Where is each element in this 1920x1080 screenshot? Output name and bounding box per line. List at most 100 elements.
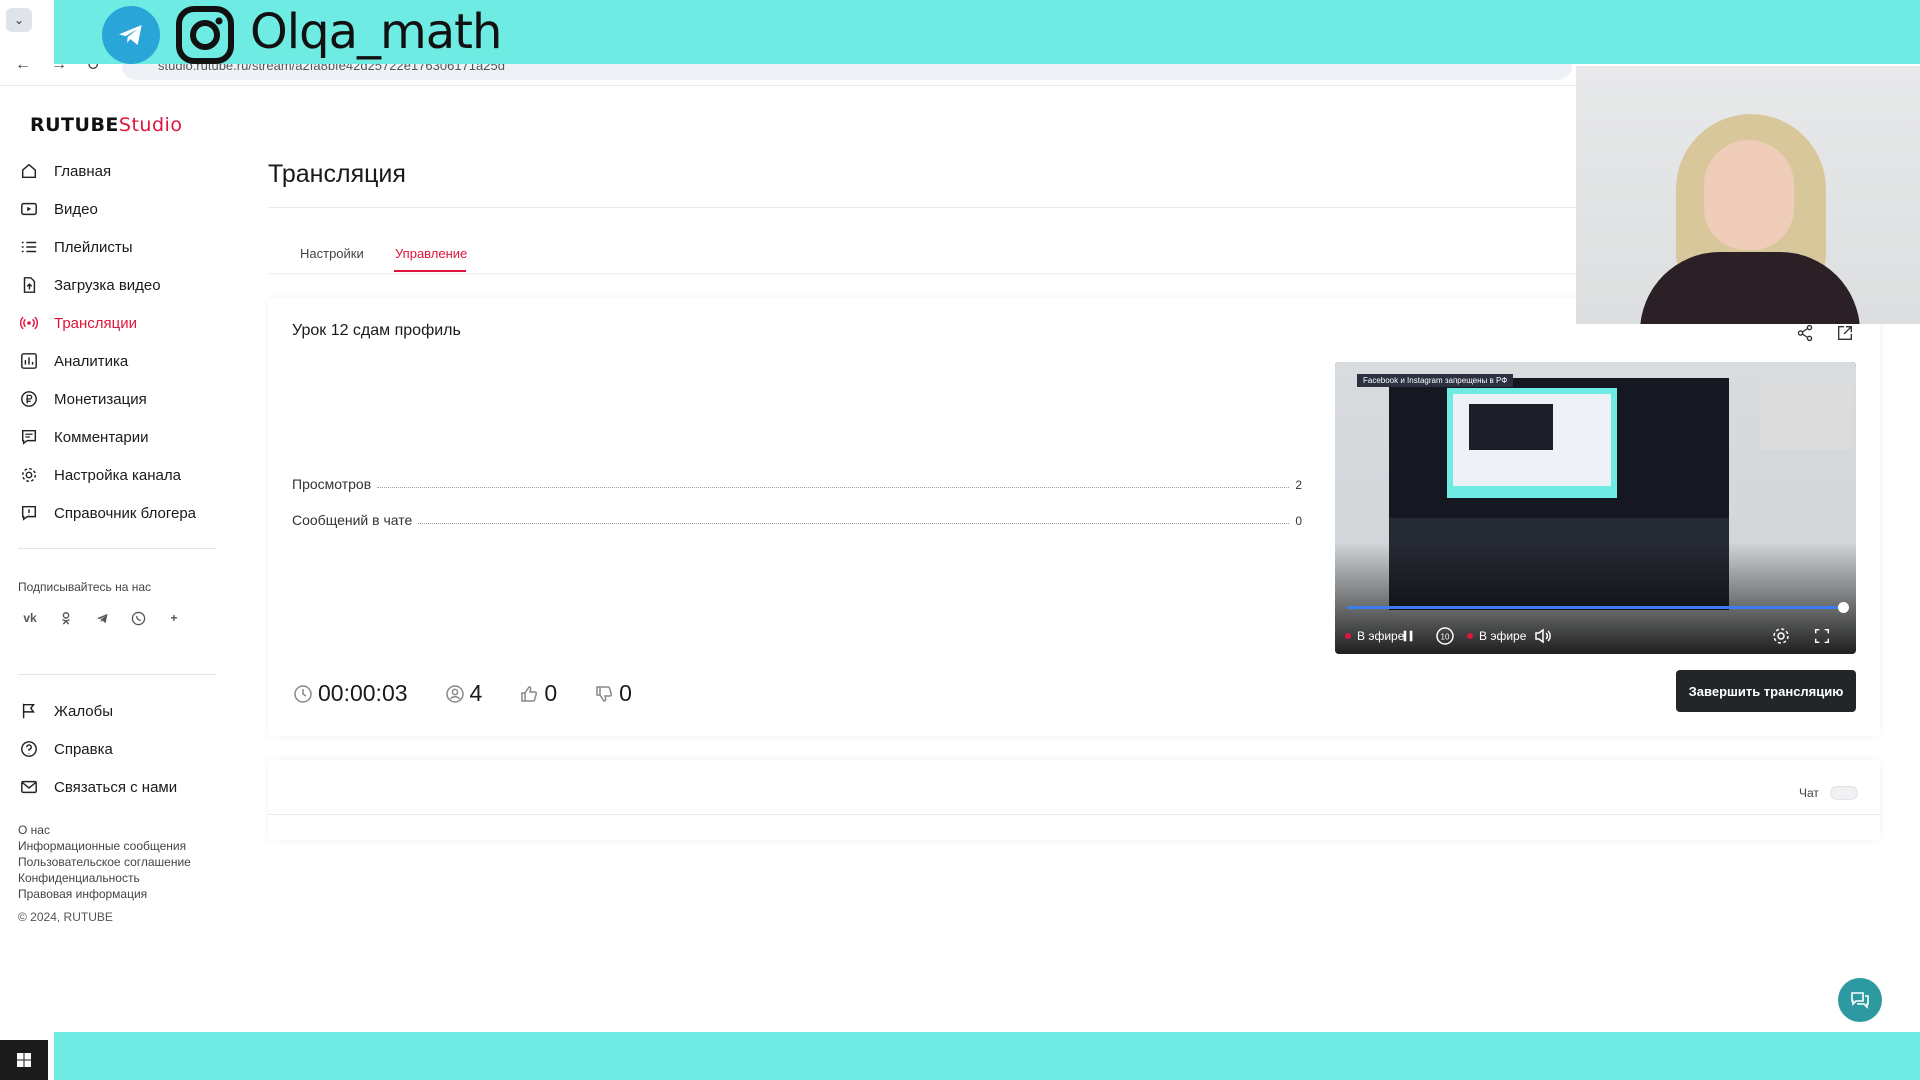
upload-icon — [18, 274, 40, 296]
live-indicator-secondary: В эфире — [1467, 624, 1526, 648]
home-icon — [18, 160, 40, 182]
metric-dislikes: 0 — [593, 680, 632, 707]
info-icon — [18, 502, 40, 524]
viber-icon[interactable] — [126, 606, 150, 630]
sidebar-divider — [18, 548, 216, 549]
sidebar-item-playlists[interactable]: Плейлисты — [18, 228, 196, 266]
rutube-studio-logo[interactable]: RUTUBEStudio — [30, 114, 182, 136]
footer-link[interactable]: Правовая информация — [18, 886, 191, 902]
sidebar-item-label: Аналитика — [54, 352, 129, 370]
sidebar-item-blogger-guide[interactable]: Справочник блогера — [18, 494, 196, 532]
comment-icon — [18, 426, 40, 448]
vk-icon[interactable]: vk — [18, 606, 42, 630]
likes-value: 0 — [544, 680, 558, 706]
instagram-icon — [174, 4, 236, 66]
viewers-value: 4 — [469, 680, 483, 706]
sidebar-item-monetization[interactable]: Монетизация — [18, 380, 196, 418]
quality-settings-icon[interactable] — [1771, 624, 1791, 648]
sidebar-item-help[interactable]: Справка — [18, 730, 177, 768]
subscribe-title: Подписывайтесь на нас — [18, 580, 152, 594]
pause-icon[interactable] — [1401, 624, 1415, 648]
webcam-person-body — [1640, 252, 1860, 324]
footer-link[interactable]: Конфиденциальность — [18, 870, 191, 886]
sidebar-item-home[interactable]: Главная — [18, 152, 196, 190]
sidebar-item-label: Жалобы — [54, 702, 113, 720]
live-dot-icon — [1467, 633, 1473, 639]
video-icon — [18, 198, 40, 220]
footer-link[interactable]: Пользовательское соглашение — [18, 854, 191, 870]
list-icon — [18, 236, 40, 258]
active-tab-indicator — [394, 270, 466, 272]
viewer-icon — [444, 683, 466, 705]
stream-preview-player[interactable]: Facebook и Instagram запрещены в РФ В эф… — [1335, 362, 1856, 654]
end-stream-button[interactable]: Завершить трансляцию — [1676, 670, 1856, 712]
page-title: Трансляция — [268, 160, 406, 188]
chart-icon — [18, 350, 40, 372]
dotted-leader — [418, 523, 1290, 524]
stat-views: Просмотров 2 — [292, 476, 1302, 492]
sidebar-item-upload[interactable]: Загрузка видео — [18, 266, 196, 304]
sidebar-item-contact[interactable]: Связаться с нами — [18, 768, 177, 806]
nested-player — [1469, 404, 1553, 450]
stat-value: 0 — [1295, 514, 1302, 528]
sidebar-item-label: Связаться с нами — [54, 778, 178, 796]
support-chat-button[interactable] — [1838, 978, 1882, 1022]
tab-settings[interactable]: Настройки — [300, 246, 364, 261]
chat-toggle[interactable] — [1830, 786, 1858, 800]
thumbs-up-icon — [518, 683, 540, 705]
support-chat-icon — [1851, 992, 1869, 1009]
open-external-icon[interactable] — [1834, 322, 1856, 344]
sidebar-item-broadcasts[interactable]: Трансляции — [18, 304, 196, 342]
share-icon[interactable] — [1794, 322, 1816, 344]
ok-icon[interactable] — [54, 606, 78, 630]
footer-link[interactable]: Информационные сообщения — [18, 838, 191, 854]
svg-text:10: 10 — [1441, 633, 1450, 642]
sidebar-item-channel-settings[interactable]: Настройка канала — [18, 456, 196, 494]
stat-value: 2 — [1295, 478, 1302, 492]
sidebar-item-comments[interactable]: Комментарии — [18, 418, 196, 456]
player-notice: Facebook и Instagram запрещены в РФ — [1357, 374, 1514, 387]
telegram-icon[interactable] — [90, 606, 114, 630]
mail-icon — [18, 776, 40, 798]
stat-chat-messages: Сообщений в чате 0 — [292, 512, 1302, 528]
stream-card: Урок 12 сдам профиль Просмотров 2 Сообще… — [268, 298, 1880, 736]
dotted-leader — [377, 487, 1290, 488]
thumbs-down-icon — [593, 683, 615, 705]
sidebar-item-label: Настройка канала — [54, 466, 181, 484]
sidebar-item-complaints[interactable]: Жалобы — [18, 692, 177, 730]
metric-duration: 00:00:03 — [292, 680, 408, 707]
sidebar-item-label: Трансляции — [54, 314, 138, 332]
flag-icon — [18, 700, 40, 722]
live-label: В эфире — [1479, 629, 1527, 643]
overlay-handle-text: Olqa_math — [250, 4, 502, 60]
player-progress-knob[interactable] — [1838, 602, 1849, 613]
stat-label: Просмотров — [292, 476, 372, 492]
more-icon[interactable]: + — [162, 606, 186, 630]
sidebar-item-label: Плейлисты — [54, 238, 133, 256]
social-links: vk + — [18, 606, 186, 630]
fullscreen-icon[interactable] — [1813, 624, 1831, 648]
live-dot-icon — [1345, 633, 1351, 639]
sidebar-item-label: Загрузка видео — [54, 276, 161, 294]
sidebar-item-label: Главная — [54, 162, 112, 180]
windows-start-icon[interactable] — [0, 1040, 48, 1080]
player-progress-bar[interactable] — [1347, 606, 1845, 609]
tab-management[interactable]: Управление — [395, 246, 467, 261]
tab-list-chevron-icon[interactable]: ⌄ — [6, 8, 32, 32]
sidebar-item-label: Справка — [54, 740, 113, 758]
rewind-10-icon[interactable]: 10 — [1435, 624, 1455, 648]
footer-link[interactable]: О нас — [18, 822, 191, 838]
help-icon — [18, 738, 40, 760]
duration-value: 00:00:03 — [318, 680, 408, 706]
stat-label: Сообщений в чате — [292, 512, 413, 528]
clock-icon — [292, 683, 314, 705]
broadcast-icon — [18, 312, 40, 334]
sidebar-item-label: Комментарии — [54, 428, 149, 446]
back-arrow-icon[interactable]: ← — [10, 52, 36, 78]
volume-icon[interactable] — [1533, 624, 1553, 648]
sidebar-item-video[interactable]: Видео — [18, 190, 196, 228]
social-overlay-banner: Olqa_math — [54, 0, 1920, 64]
ruble-icon — [18, 388, 40, 410]
sidebar-item-analytics[interactable]: Аналитика — [18, 342, 196, 380]
sidebar-secondary-nav: Жалобы Справка Связаться с нами — [18, 692, 177, 806]
